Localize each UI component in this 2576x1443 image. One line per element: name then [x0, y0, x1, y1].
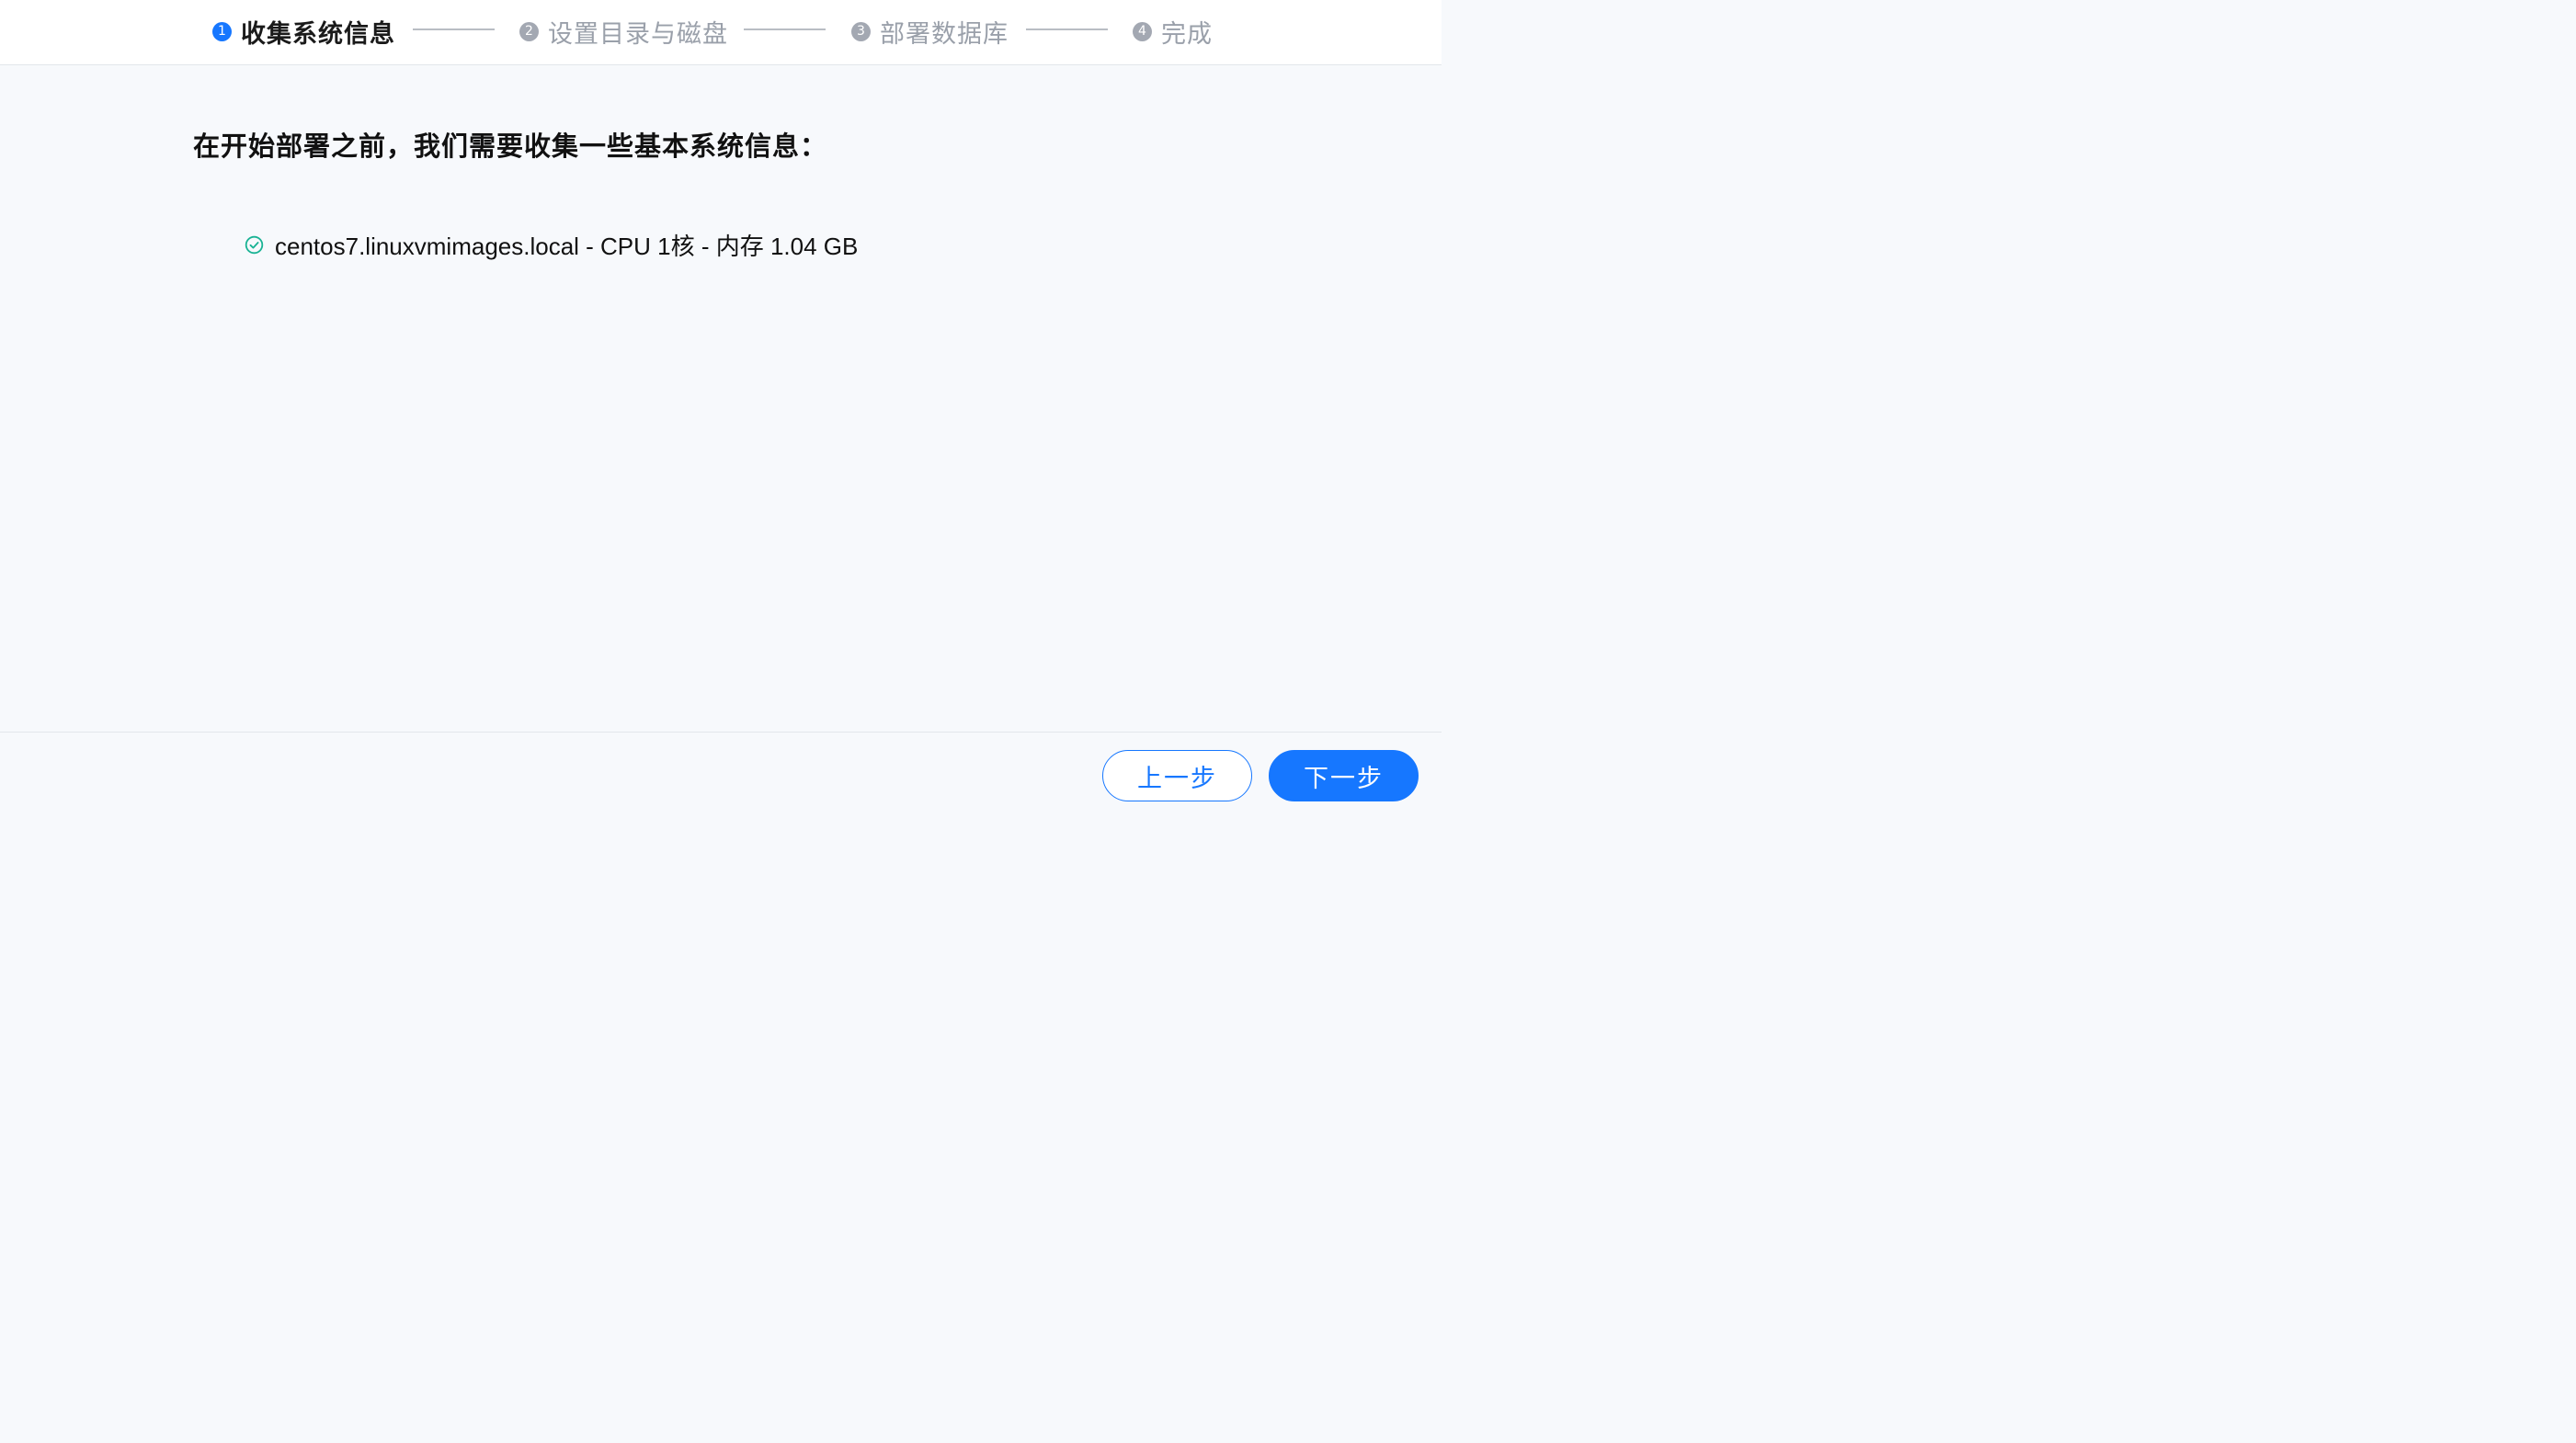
step-collect-system-info: 1 收集系统信息: [212, 0, 395, 62]
step-number-4: 4: [1133, 21, 1152, 41]
check-circle-icon: [245, 235, 264, 255]
stepper: 1 收集系统信息 2 设置目录与磁盘 3 部署数据库 4 完成: [0, 0, 1442, 65]
previous-step-button[interactable]: 上一步: [1102, 750, 1252, 801]
step-number-2: 2: [519, 21, 539, 41]
step-deploy-database: 3 部署数据库: [851, 0, 1009, 62]
step-complete: 4 完成: [1133, 0, 1213, 62]
step-set-directory-disk: 2 设置目录与磁盘: [519, 0, 728, 62]
step-number-1: 1: [212, 21, 232, 41]
step-label-1: 收集系统信息: [241, 19, 395, 49]
step-label-3: 部署数据库: [880, 19, 1009, 49]
step-label-2: 设置目录与磁盘: [548, 19, 728, 49]
page-heading: 在开始部署之前，我们需要收集一些基本系统信息：: [193, 131, 828, 162]
step-number-3: 3: [851, 21, 871, 41]
next-step-button[interactable]: 下一步: [1269, 750, 1419, 801]
step-connector: [744, 28, 826, 30]
step-connector: [1026, 28, 1108, 30]
step-connector: [413, 28, 495, 30]
footer: 上一步 下一步: [0, 732, 1442, 808]
system-info-text: centos7.linuxvmimages.local - CPU 1核 - 内…: [275, 233, 859, 260]
system-info-row: centos7.linuxvmimages.local - CPU 1核 - 内…: [245, 228, 858, 262]
main-content: 在开始部署之前，我们需要收集一些基本系统信息： centos7.linuxvmi…: [0, 66, 1442, 732]
step-label-4: 完成: [1161, 19, 1213, 49]
